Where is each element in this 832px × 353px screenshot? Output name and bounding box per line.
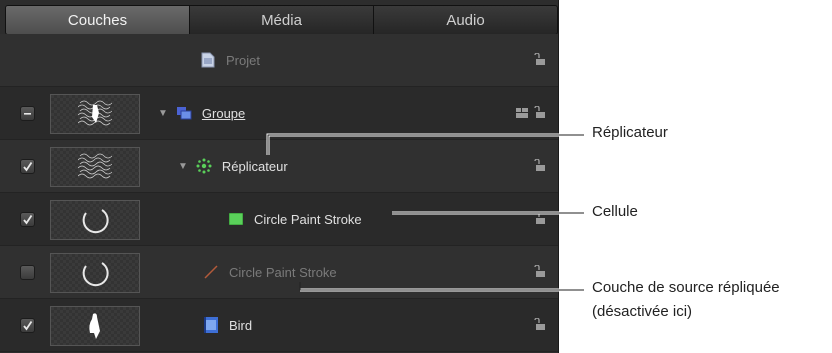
- layer-row-projet[interactable]: Projet: [0, 34, 558, 87]
- layer-thumbnail: [50, 94, 140, 134]
- disclosure-triangle-icon[interactable]: ▼: [158, 108, 168, 119]
- circle-stroke-icon: [82, 209, 109, 234]
- lock-icon[interactable]: [532, 265, 546, 279]
- layer-projet: Projet: [200, 34, 260, 86]
- layer-name: Circle Paint Stroke: [254, 211, 362, 227]
- layer-bird: Bird: [203, 299, 252, 351]
- lock-icon[interactable]: [532, 159, 546, 173]
- layers-panel: Couches Média Audio Projet ▼ Groupe ▼ Ré…: [0, 0, 559, 353]
- layer-thumbnail: [50, 147, 140, 187]
- callout-cellule: Cellule: [592, 203, 638, 220]
- group-3d-icon[interactable]: [516, 108, 528, 118]
- layer-thumbnail: [50, 306, 140, 346]
- disclosure-triangle-icon[interactable]: ▼: [178, 161, 188, 172]
- image-icon: [203, 317, 219, 333]
- layer-row-circle-paint-stroke-source[interactable]: Circle Paint Stroke: [0, 246, 558, 299]
- project-icon: [200, 52, 216, 68]
- replicator-pattern-icon: [78, 153, 112, 179]
- lock-icon[interactable]: [532, 106, 546, 120]
- bird-icon: [89, 313, 100, 339]
- circle-stroke-icon: [82, 262, 109, 287]
- layer-checkbox[interactable]: [20, 318, 35, 333]
- layer-checkbox[interactable]: [20, 265, 35, 280]
- layer-thumbnail: [50, 253, 140, 293]
- layer-groupe: ▼ Groupe: [158, 87, 245, 139]
- layer-name: Circle Paint Stroke: [229, 264, 337, 280]
- lock-icon[interactable]: [532, 318, 546, 332]
- callout-source-line2: (désactivée ici): [592, 303, 693, 320]
- layer-checkbox[interactable]: [20, 212, 35, 227]
- layer-name: Projet: [226, 52, 260, 68]
- layer-name: Groupe: [201, 105, 246, 121]
- tab-bar: Couches Média Audio: [5, 5, 558, 35]
- lock-icon[interactable]: [532, 53, 546, 67]
- layer-row-circle-paint-stroke-cell[interactable]: Circle Paint Stroke: [0, 193, 558, 246]
- layer-name: Réplicateur: [221, 158, 288, 174]
- group-icon: [176, 105, 192, 121]
- replicator-pattern-icon: [78, 100, 112, 126]
- layer-circle-paint-stroke: Circle Paint Stroke: [228, 193, 362, 245]
- layer-row-groupe[interactable]: ▼ Groupe: [0, 87, 558, 140]
- tab-audio[interactable]: Audio: [373, 6, 557, 34]
- layer-thumbnail: [50, 200, 140, 240]
- layer-checkbox[interactable]: [20, 106, 35, 121]
- paint-brush-icon: [203, 264, 219, 280]
- layer-circle-paint-stroke-source: Circle Paint Stroke: [203, 246, 337, 298]
- layer-name: Bird: [229, 317, 253, 333]
- layer-replicateur: ▼ Réplicateur: [178, 140, 288, 192]
- replicator-icon: [196, 158, 212, 174]
- tab-media[interactable]: Média: [189, 6, 373, 34]
- callout-replicateur: Réplicateur: [592, 124, 668, 141]
- layer-row-bird[interactable]: Bird: [0, 299, 558, 352]
- green-square-icon: [228, 211, 244, 227]
- callout-source-line1: Couche de source répliquée: [592, 279, 780, 296]
- layer-checkbox[interactable]: [20, 159, 35, 174]
- layer-list: Projet ▼ Groupe ▼ Réplicateur Circle Pai…: [0, 34, 558, 352]
- tab-couches[interactable]: Couches: [6, 6, 189, 34]
- layer-row-replicateur[interactable]: ▼ Réplicateur: [0, 140, 558, 193]
- lock-icon[interactable]: [532, 212, 546, 226]
